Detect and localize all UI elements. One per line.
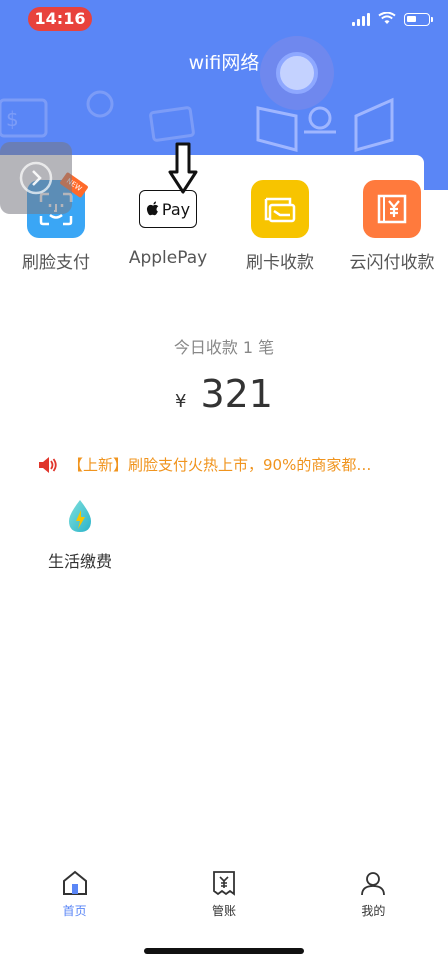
amount-row: ¥ 321 <box>0 372 448 416</box>
currency-symbol: ¥ <box>175 391 187 412</box>
quick-action-card-swipe[interactable]: 刷卡收款 <box>224 180 336 273</box>
service-life-payment[interactable]: 生活缴费 <box>40 498 120 572</box>
tab-home[interactable]: 首页 <box>0 870 149 930</box>
bottom-tab-bar: 首页 管账 我的 <box>0 870 448 930</box>
water-drop-icon <box>69 500 91 532</box>
home-icon <box>62 870 87 895</box>
page-title: wifi网络 <box>188 52 260 74</box>
chevron-right-icon <box>19 161 53 195</box>
quick-action-label: 刷脸支付 <box>22 253 90 273</box>
tab-profile[interactable]: 我的 <box>299 870 448 930</box>
tab-label: 首页 <box>62 904 87 918</box>
profile-icon <box>361 872 386 896</box>
service-label: 生活缴费 <box>47 552 112 571</box>
quick-action-cloud-pay[interactable]: 云闪付收款 <box>336 180 448 273</box>
notice-bar[interactable]: 【上新】刷脸支付火热上市，90%的商家都… <box>38 454 438 475</box>
ledger-icon <box>213 871 235 896</box>
amount-value: 321 <box>200 372 273 416</box>
daily-receipts-label: 今日收款 1 笔 <box>173 338 275 357</box>
notice-text: 【上新】刷脸支付火热上市，90%的商家都… <box>68 456 372 474</box>
quick-action-label: 刷卡收款 <box>246 253 314 273</box>
apple-logo-icon <box>146 201 159 216</box>
tab-label: 管账 <box>211 904 236 918</box>
home-indicator[interactable] <box>144 948 304 954</box>
floating-back-button[interactable] <box>0 142 72 214</box>
speaker-icon <box>39 456 57 473</box>
card-swipe-icon <box>251 180 309 238</box>
tab-ledger[interactable]: 管账 <box>149 870 298 930</box>
yuan-receipt-icon <box>363 180 421 238</box>
quick-action-label: ApplePay <box>128 248 208 268</box>
apple-pay-text: Pay <box>161 199 191 219</box>
arrow-down-icon <box>168 142 198 194</box>
svg-text:$: $ <box>6 107 19 131</box>
quick-action-label: 云闪付收款 <box>349 253 435 273</box>
tab-label: 我的 <box>361 904 386 918</box>
